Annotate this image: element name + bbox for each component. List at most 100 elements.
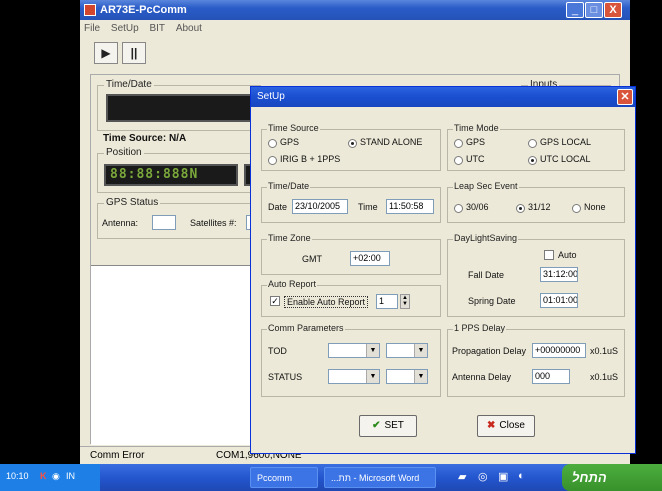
daylight-saving-label: DayLightSaving — [453, 233, 519, 243]
radio-source-gps[interactable] — [268, 139, 277, 148]
auto-checkbox[interactable] — [544, 250, 554, 260]
time-date-setup-label: Time/Date — [267, 181, 311, 191]
menubar: File SetUp BIT About — [80, 20, 630, 38]
time-zone-label: Time Zone — [267, 233, 312, 243]
antenna-delay-input[interactable]: 000 — [532, 369, 570, 384]
menu-setup[interactable]: SetUp — [107, 20, 143, 37]
minimize-button[interactable]: _ — [566, 2, 584, 18]
fall-date-label: Fall Date — [468, 270, 505, 280]
daylight-saving-group: DayLightSaving Auto Fall Date 31:12:00 S… — [447, 233, 625, 317]
time-zone-input[interactable]: +02:00 — [350, 251, 390, 266]
auto-report-spinner[interactable]: ▲ ▼ — [400, 294, 410, 309]
time-date-setup-group: Time/Date Date 23/10/2005 Time 11:50:58 — [261, 181, 441, 223]
pause-icon: || — [130, 46, 138, 60]
chevron-down-icon: ▼ — [366, 370, 379, 383]
quicklaunch-folder-icon[interactable]: ▰ — [458, 470, 466, 483]
radio-source-gps-label: GPS — [280, 137, 300, 147]
radio-mode-gps-local-label: GPS LOCAL — [540, 137, 592, 147]
antenna-status-field — [152, 215, 176, 230]
fall-date-input[interactable]: 31:12:00 — [540, 267, 578, 282]
main-titlebar[interactable]: AR73E-PcComm — [80, 0, 630, 20]
language-indicator[interactable]: IN — [66, 471, 75, 481]
menu-bit[interactable]: BIT — [145, 20, 169, 37]
set-button[interactable]: ✔ SET — [359, 415, 417, 437]
radio-leap-3006-label: 30/06 — [466, 202, 489, 212]
antenna-label: Antenna: — [102, 218, 139, 228]
radio-mode-gps[interactable] — [454, 139, 463, 148]
propagation-delay-label: Propagation Delay — [452, 346, 527, 356]
auto-report-interval-input[interactable]: 1 — [376, 294, 398, 309]
dialog-titlebar[interactable]: SetUp — [251, 87, 635, 107]
radio-leap-none[interactable] — [572, 204, 581, 213]
time-date-lcd — [106, 94, 256, 122]
tod-combo-1[interactable]: ▼ — [328, 343, 380, 358]
spring-date-input[interactable]: 01:01:00 — [540, 293, 578, 308]
taskbar-word[interactable]: ...תת - Microsoft Word — [324, 467, 436, 488]
radio-leap-3006[interactable] — [454, 204, 463, 213]
antenna-delay-label: Antenna Delay — [452, 372, 512, 382]
maximize-button[interactable]: □ — [585, 2, 603, 18]
system-tray: 10:10 K ◉ IN — [0, 464, 100, 491]
chevron-down-icon: ▼ — [414, 370, 427, 383]
time-input[interactable]: 11:50:58 — [386, 199, 434, 214]
time-date-group: Time/Date — [97, 79, 261, 131]
time-label: Time — [358, 202, 378, 212]
time-source-group: Time Source GPS STAND ALONE IRIG B + 1PP… — [261, 123, 441, 171]
status-combo-1[interactable]: ▼ — [328, 369, 380, 384]
menu-file[interactable]: File — [80, 20, 104, 37]
radio-mode-utc-local[interactable] — [528, 156, 537, 165]
auto-report-label: Auto Report — [267, 279, 318, 289]
menu-about[interactable]: About — [172, 20, 206, 37]
tray-k-icon[interactable]: K — [40, 471, 47, 481]
tod-combo-2[interactable]: ▼ — [386, 343, 428, 358]
pps-delay-label: 1 PPS Delay — [453, 323, 507, 333]
close-dialog-button[interactable]: ✖ Close — [477, 415, 535, 437]
status-comm-error: Comm Error — [90, 450, 145, 461]
close-button[interactable]: X — [604, 2, 622, 18]
quicklaunch-desktop-icon[interactable]: ◐ — [518, 470, 525, 482]
time-zone-group: Time Zone GMT +02:00 — [261, 233, 441, 275]
play-button[interactable]: ▶ — [94, 42, 118, 64]
gps-status-group: GPS Status Antenna: Satellites #: — [97, 197, 261, 239]
set-button-label: SET — [384, 420, 404, 431]
time-mode-label: Time Mode — [453, 123, 500, 133]
time-mode-group: Time Mode GPS GPS LOCAL UTC UTC LOCAL — [447, 123, 625, 171]
pause-button[interactable]: || — [122, 42, 146, 64]
radio-leap-3112[interactable] — [516, 204, 525, 213]
dialog-close-button[interactable]: ✕ — [617, 89, 633, 105]
radio-source-irig[interactable] — [268, 156, 277, 165]
taskbar: 10:10 K ◉ IN Pccomm ...תת - Microsoft Wo… — [0, 464, 662, 491]
radio-mode-utc-local-label: UTC LOCAL — [540, 154, 591, 164]
time-source-label: Time Source — [267, 123, 320, 133]
start-button[interactable]: התחל — [562, 464, 662, 491]
tray-speaker-icon[interactable]: ◉ — [52, 471, 60, 482]
auto-label: Auto — [558, 250, 577, 260]
propagation-delay-unit: x0.1uS — [590, 346, 619, 356]
gmt-label: GMT — [302, 254, 322, 264]
time-source-status: Time Source: N/A — [103, 133, 187, 144]
app-icon — [84, 4, 96, 16]
spring-date-label: Spring Date — [468, 296, 516, 306]
status-label: STATUS — [268, 372, 303, 382]
enable-auto-report-checkbox[interactable]: ✓ — [270, 296, 280, 306]
start-label: התחל — [572, 470, 607, 485]
quicklaunch-media-icon[interactable]: ▣ — [498, 470, 508, 483]
satellites-label: Satellites #: — [190, 218, 237, 228]
status-combo-2[interactable]: ▼ — [386, 369, 428, 384]
radio-mode-gps-local[interactable] — [528, 139, 537, 148]
radio-mode-utc[interactable] — [454, 156, 463, 165]
date-input[interactable]: 23/10/2005 — [292, 199, 348, 214]
antenna-delay-unit: x0.1uS — [590, 372, 619, 382]
propagation-delay-input[interactable]: +00000000 — [532, 343, 586, 358]
taskbar-pccomm[interactable]: Pccomm — [250, 467, 318, 488]
comm-parameters-label: Comm Parameters — [267, 323, 345, 333]
radio-source-standalone[interactable] — [348, 139, 357, 148]
position-lcd: 88:88:888N — [104, 164, 238, 186]
close-dialog-button-label: Close — [499, 420, 525, 431]
quicklaunch-ie-icon[interactable]: ◎ — [478, 470, 488, 483]
radio-mode-gps-label: GPS — [466, 137, 486, 147]
setup-dialog: SetUp ✕ Time Source GPS STAND ALONE IRIG… — [250, 86, 636, 454]
leap-sec-label: Leap Sec Event — [453, 181, 519, 191]
dialog-title: SetUp — [257, 91, 285, 102]
x-icon: ✖ — [487, 420, 496, 431]
